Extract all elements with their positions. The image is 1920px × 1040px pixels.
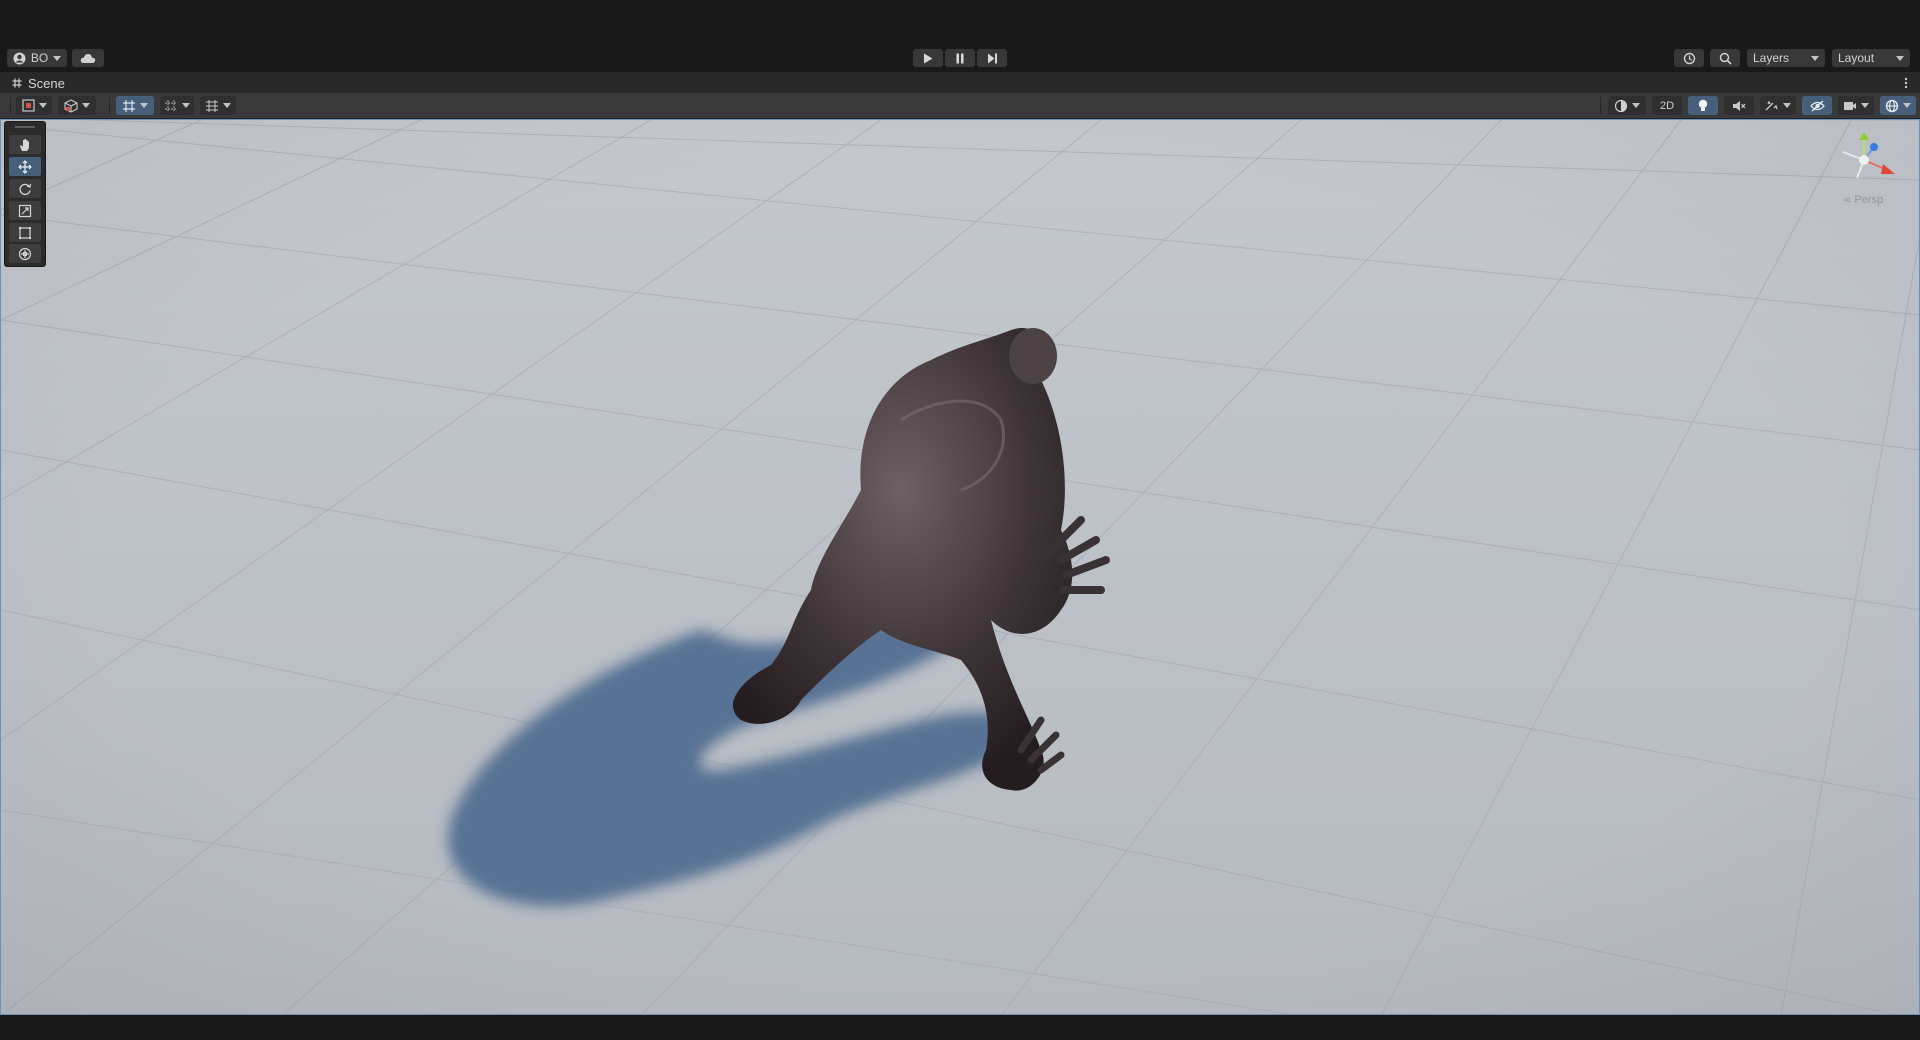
tab-strip: Scene <box>0 72 1920 94</box>
mode-2d-label: 2D <box>1659 99 1675 112</box>
tab-scene[interactable]: Scene <box>6 72 75 94</box>
more-options-button[interactable] <box>1904 76 1908 90</box>
lighting-toggle[interactable] <box>1688 96 1718 115</box>
move-icon <box>18 159 32 174</box>
camera-settings-dropdown[interactable] <box>1838 96 1874 115</box>
effects-dropdown[interactable] <box>1760 96 1796 115</box>
transform-icon <box>18 247 32 260</box>
snap-grid-icon <box>165 99 177 112</box>
shading-sphere-icon <box>1614 99 1628 112</box>
toolbar-divider <box>109 97 110 114</box>
scene-visibility-toggle[interactable] <box>1802 96 1832 115</box>
chevron-down-icon <box>82 103 90 108</box>
chevron-down-icon <box>1783 103 1791 108</box>
chevron-down-icon <box>182 103 190 108</box>
step-icon <box>987 53 997 63</box>
audio-toggle[interactable] <box>1724 96 1754 115</box>
search-icon <box>1719 52 1732 65</box>
chevron-down-icon <box>1896 55 1904 61</box>
projection-label: Persp <box>1854 194 1884 206</box>
global-local-dropdown[interactable] <box>58 96 96 115</box>
chevron-down-icon <box>1903 103 1911 108</box>
hand-icon <box>20 138 29 151</box>
play-button[interactable] <box>913 49 943 67</box>
scale-icon <box>18 204 32 217</box>
pause-button[interactable] <box>945 49 975 67</box>
scale-tool[interactable] <box>9 201 41 220</box>
cloud-icon <box>80 53 96 63</box>
chevron-down-icon <box>1632 103 1640 108</box>
chevron-down-icon <box>1811 55 1819 61</box>
account-icon <box>13 52 26 64</box>
pause-icon <box>956 53 964 63</box>
layers-label: Layers <box>1753 51 1790 65</box>
effects-icon <box>1765 100 1778 110</box>
grid-snapping-toggle[interactable] <box>116 96 154 115</box>
toolbar-divider <box>10 97 11 114</box>
increment-snap-dropdown[interactable] <box>160 96 194 115</box>
layout-dropdown[interactable]: Layout <box>1832 49 1910 67</box>
title-bar <box>0 0 1920 44</box>
floor-grid <box>1 120 1919 1014</box>
draw-mode-dropdown[interactable] <box>1608 96 1646 115</box>
grid-visibility-icon <box>206 99 218 112</box>
pivot-icon <box>21 99 35 112</box>
layers-dropdown[interactable]: Layers <box>1747 49 1825 67</box>
chevron-down-icon <box>38 103 47 108</box>
kebab-menu-icon <box>1904 77 1908 89</box>
toolbar-divider <box>1600 97 1601 114</box>
history-icon <box>1683 52 1695 64</box>
tab-scene-label: Scene <box>28 75 65 91</box>
projection-toggle[interactable]: ⋖ Persp <box>1843 194 1883 206</box>
grid-snap-icon <box>123 99 135 112</box>
chevron-down-icon <box>140 103 148 108</box>
account-label: BO <box>30 51 49 65</box>
scene-viewport[interactable]: ⋖ Persp <box>0 119 1920 1015</box>
grid-visibility-dropdown[interactable] <box>200 96 236 115</box>
move-tool[interactable] <box>9 157 41 176</box>
search-button[interactable] <box>1710 49 1740 67</box>
mode-2d-toggle[interactable]: 2D <box>1652 96 1682 115</box>
speaker-muted-icon <box>1733 100 1746 111</box>
status-bar <box>0 1015 1920 1040</box>
account-dropdown[interactable]: BO <box>7 49 67 67</box>
light-bulb-icon <box>1698 99 1708 111</box>
layout-label: Layout <box>1838 51 1875 65</box>
orientation-gizmo[interactable]: ⋖ Persp <box>1829 130 1899 210</box>
hand-tool[interactable] <box>9 135 41 154</box>
drag-handle[interactable] <box>15 126 35 128</box>
play-icon <box>924 53 933 63</box>
axis-gizmo-icon <box>1842 132 1895 179</box>
rect-tool[interactable] <box>9 223 41 242</box>
chevron-down-icon <box>223 103 231 108</box>
chevron-down-icon <box>53 55 62 61</box>
gizmo-globe-icon <box>1885 99 1899 112</box>
scene-view-toolbar: 2D <box>0 93 1920 119</box>
step-button[interactable] <box>977 49 1007 67</box>
perspective-icon: ⋖ <box>1843 194 1852 206</box>
rotate-icon <box>19 183 32 195</box>
camera-icon <box>1844 101 1856 110</box>
cloud-button[interactable] <box>72 49 104 67</box>
rect-icon <box>19 226 31 239</box>
main-toolbar: BO Layers Layout <box>0 44 1920 71</box>
scene-grid-icon <box>12 78 22 88</box>
hidden-eye-icon <box>1809 100 1825 111</box>
tool-handle-dropdown[interactable] <box>16 96 52 115</box>
transform-tool[interactable] <box>9 244 41 263</box>
gizmos-dropdown[interactable] <box>1880 96 1916 115</box>
rotate-tool[interactable] <box>9 179 41 198</box>
history-button[interactable] <box>1674 49 1704 67</box>
cube-icon <box>64 98 78 113</box>
chevron-down-icon <box>1861 103 1869 108</box>
tool-palette <box>4 121 46 267</box>
